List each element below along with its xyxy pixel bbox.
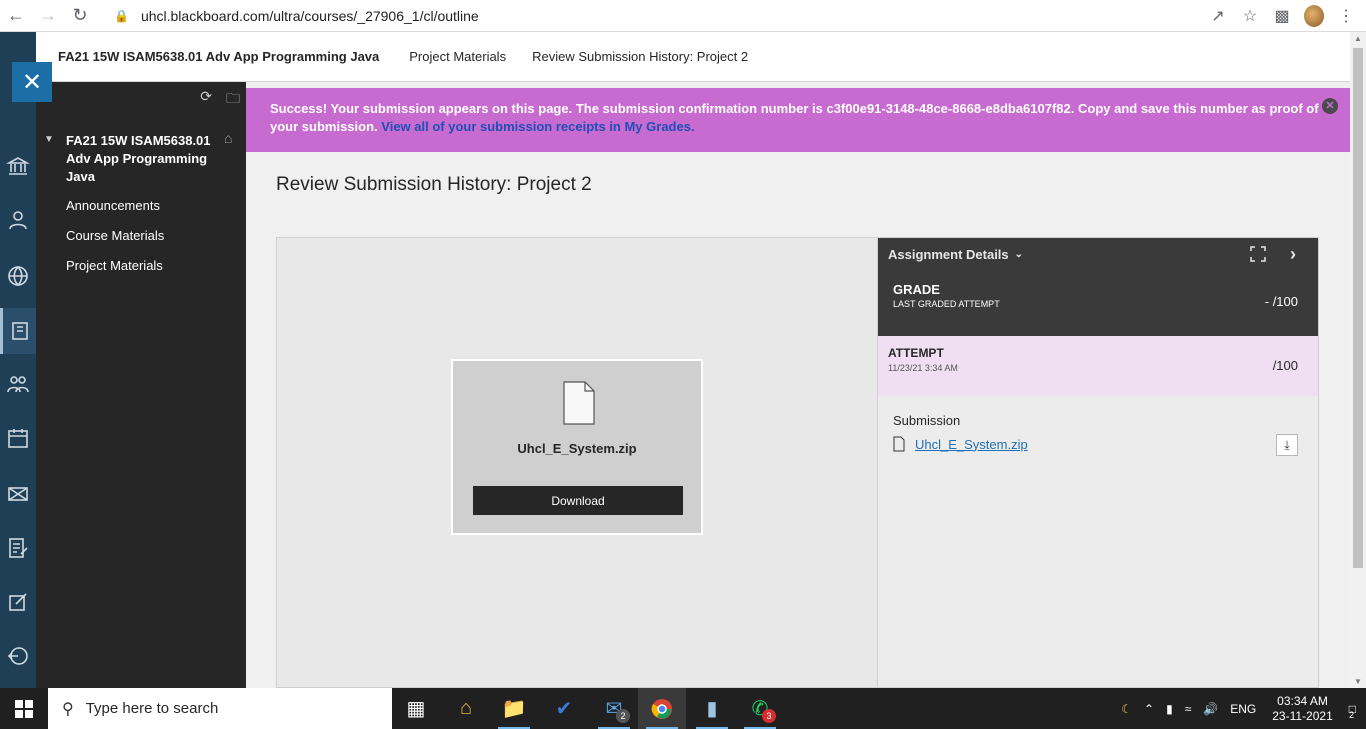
file-name: Uhcl_E_System.zip bbox=[517, 441, 637, 456]
scrollbar-thumb[interactable] bbox=[1353, 48, 1363, 568]
assignment-details-header[interactable]: Assignment Details ⌄ › bbox=[878, 238, 1318, 270]
submission-file-row: Uhcl_E_System.zip bbox=[893, 436, 1028, 452]
star-icon[interactable]: ☆ bbox=[1240, 6, 1260, 26]
breadcrumb-project-materials[interactable]: Project Materials bbox=[409, 49, 506, 64]
sidebar-item-announcements[interactable]: Announcements bbox=[66, 198, 160, 213]
profile-icon[interactable] bbox=[0, 202, 36, 238]
grades-receipts-link[interactable]: View all of your submission receipts in … bbox=[381, 119, 694, 134]
address-bar[interactable]: 🔒 uhcl.blackboard.com/ultra/courses/_279… bbox=[114, 0, 479, 32]
notifications-icon[interactable]: □ 2 bbox=[1349, 702, 1356, 720]
system-tray: ☾ ⌃ ▮ ≈ 🔊 ENG 03:34 AM 23-11-2021 □ 2 bbox=[1115, 688, 1366, 729]
tools-icon[interactable] bbox=[0, 584, 36, 620]
course-title[interactable]: FA21 15W ISAM5638.01 Adv App Programming… bbox=[58, 49, 379, 64]
page-scrollbar[interactable]: ▲ ▼ bbox=[1350, 32, 1366, 688]
grade-label: GRADE bbox=[893, 282, 940, 297]
lock-icon: 🔒 bbox=[114, 9, 129, 23]
sidebar-item-course-materials[interactable]: Course Materials bbox=[66, 228, 164, 243]
grades-icon[interactable] bbox=[0, 530, 36, 566]
clock[interactable]: 03:34 AM 23-11-2021 bbox=[1272, 694, 1333, 724]
organizations-icon[interactable] bbox=[0, 366, 36, 402]
volume-icon[interactable]: 🔊 bbox=[1203, 702, 1218, 716]
sidebar-course-name[interactable]: FA21 15W ISAM5638.01 Adv App Programming… bbox=[66, 132, 216, 186]
search-placeholder: Type here to search bbox=[85, 700, 219, 717]
submission-file-link[interactable]: Uhcl_E_System.zip bbox=[915, 437, 1028, 452]
taskbar-search[interactable]: ⚲ Type here to search bbox=[48, 688, 392, 729]
attempt-value: /100 bbox=[1272, 358, 1298, 373]
success-banner: Success! Your submission appears on this… bbox=[246, 88, 1350, 152]
attempt-label: ATTEMPT bbox=[888, 346, 944, 360]
chevron-right-icon[interactable]: › bbox=[1290, 244, 1296, 265]
whatsapp-badge: 3 bbox=[762, 709, 776, 723]
forward-icon[interactable]: → bbox=[32, 0, 64, 32]
back-icon[interactable]: ← bbox=[0, 0, 32, 32]
home-icon[interactable]: ⌂ bbox=[224, 130, 232, 146]
attempt-date: 11/23/21 3:34 AM bbox=[888, 363, 958, 373]
folder-icon[interactable]: 🗀 bbox=[226, 88, 240, 112]
refresh-icon[interactable]: ⟳ bbox=[200, 88, 212, 112]
close-course-button[interactable]: ✕ bbox=[12, 62, 52, 102]
course-header: FA21 15W ISAM5638.01 Adv App Programming… bbox=[36, 32, 1350, 82]
task-view-icon[interactable]: ▦ bbox=[392, 688, 440, 729]
language-indicator[interactable]: ENG bbox=[1230, 702, 1256, 716]
notepad-icon[interactable]: ▮ bbox=[688, 688, 736, 729]
search-icon: ⚲ bbox=[62, 700, 74, 718]
menu-icon[interactable]: ⋮ bbox=[1336, 6, 1356, 26]
submission-label: Submission bbox=[893, 413, 961, 428]
home-app-icon[interactable]: ⌂ bbox=[442, 688, 490, 729]
file-icon bbox=[563, 381, 595, 425]
grade-value: - /100 bbox=[1264, 294, 1298, 309]
chrome-icon[interactable] bbox=[638, 688, 686, 729]
details-title[interactable]: Assignment Details bbox=[888, 247, 1009, 262]
browser-toolbar: ← → ↻ 🔒 uhcl.blackboard.com/ultra/course… bbox=[0, 0, 1366, 32]
clock-date: 23-11-2021 bbox=[1272, 708, 1333, 723]
calendar-icon[interactable] bbox=[0, 420, 36, 456]
breadcrumb-current: Review Submission History: Project 2 bbox=[532, 49, 749, 64]
windows-taskbar: ⚲ Type here to search ▦ ⌂ 📁 ✔ ✉ 2 ▮ ✆ 3 ☾ … bbox=[0, 688, 1366, 729]
document-icon bbox=[893, 436, 905, 452]
messages-icon[interactable] bbox=[0, 476, 36, 512]
assignment-details-panel: Assignment Details ⌄ › GRADE LAST GRADED… bbox=[878, 237, 1319, 688]
windows-start-icon[interactable] bbox=[0, 688, 48, 729]
profile-avatar[interactable] bbox=[1304, 5, 1324, 27]
file-card: Uhcl_E_System.zip Download bbox=[451, 359, 703, 535]
share-icon[interactable]: ↗ bbox=[1208, 6, 1228, 26]
clock-time: 03:34 AM bbox=[1277, 693, 1328, 708]
collapse-caret-icon[interactable]: ▼ bbox=[44, 134, 54, 145]
chevron-down-icon[interactable]: ⌄ bbox=[1015, 249, 1023, 260]
todo-icon[interactable]: ✔ bbox=[540, 688, 588, 729]
institution-icon[interactable] bbox=[0, 148, 36, 184]
extensions-icon[interactable]: ▩ bbox=[1272, 6, 1292, 26]
courses-icon[interactable] bbox=[0, 308, 36, 354]
night-light-icon[interactable]: ☾ bbox=[1121, 702, 1132, 716]
attempt-block[interactable]: ATTEMPT 11/23/21 3:34 AM /100 bbox=[878, 336, 1318, 396]
download-icon[interactable]: ⤓ bbox=[1276, 434, 1298, 456]
grade-sub-label: LAST GRADED ATTEMPT bbox=[893, 299, 1000, 309]
download-button[interactable]: Download bbox=[473, 486, 683, 515]
mail-icon[interactable]: ✉ 2 bbox=[590, 688, 638, 729]
whatsapp-icon[interactable]: ✆ 3 bbox=[736, 688, 784, 729]
scroll-down-icon[interactable]: ▼ bbox=[1354, 677, 1362, 686]
sidebar-item-project-materials[interactable]: Project Materials bbox=[66, 258, 163, 273]
global-nav-rail bbox=[0, 32, 36, 688]
wifi-icon[interactable]: ≈ bbox=[1185, 702, 1192, 716]
scroll-up-icon[interactable]: ▲ bbox=[1354, 34, 1362, 43]
mail-badge: 2 bbox=[616, 709, 630, 723]
expand-icon[interactable] bbox=[1250, 246, 1266, 262]
notification-count: 2 bbox=[1348, 709, 1354, 720]
file-viewer: Uhcl_E_System.zip Download bbox=[276, 237, 878, 688]
url-text[interactable]: uhcl.blackboard.com/ultra/courses/_27906… bbox=[141, 8, 479, 24]
close-icon[interactable]: ✕ bbox=[1322, 98, 1338, 114]
sign-out-icon[interactable] bbox=[0, 638, 36, 674]
page-title: Review Submission History: Project 2 bbox=[276, 174, 592, 195]
chevron-up-icon[interactable]: ⌃ bbox=[1144, 702, 1154, 716]
battery-icon[interactable]: ▮ bbox=[1166, 702, 1173, 716]
course-sidebar: ⟳ 🗀 ▼ FA21 15W ISAM5638.01 Adv App Progr… bbox=[36, 82, 246, 688]
reload-icon[interactable]: ↻ bbox=[64, 0, 96, 32]
grade-block: GRADE LAST GRADED ATTEMPT - /100 bbox=[878, 270, 1318, 336]
file-explorer-icon[interactable]: 📁 bbox=[490, 688, 538, 729]
globe-icon[interactable] bbox=[0, 258, 36, 294]
